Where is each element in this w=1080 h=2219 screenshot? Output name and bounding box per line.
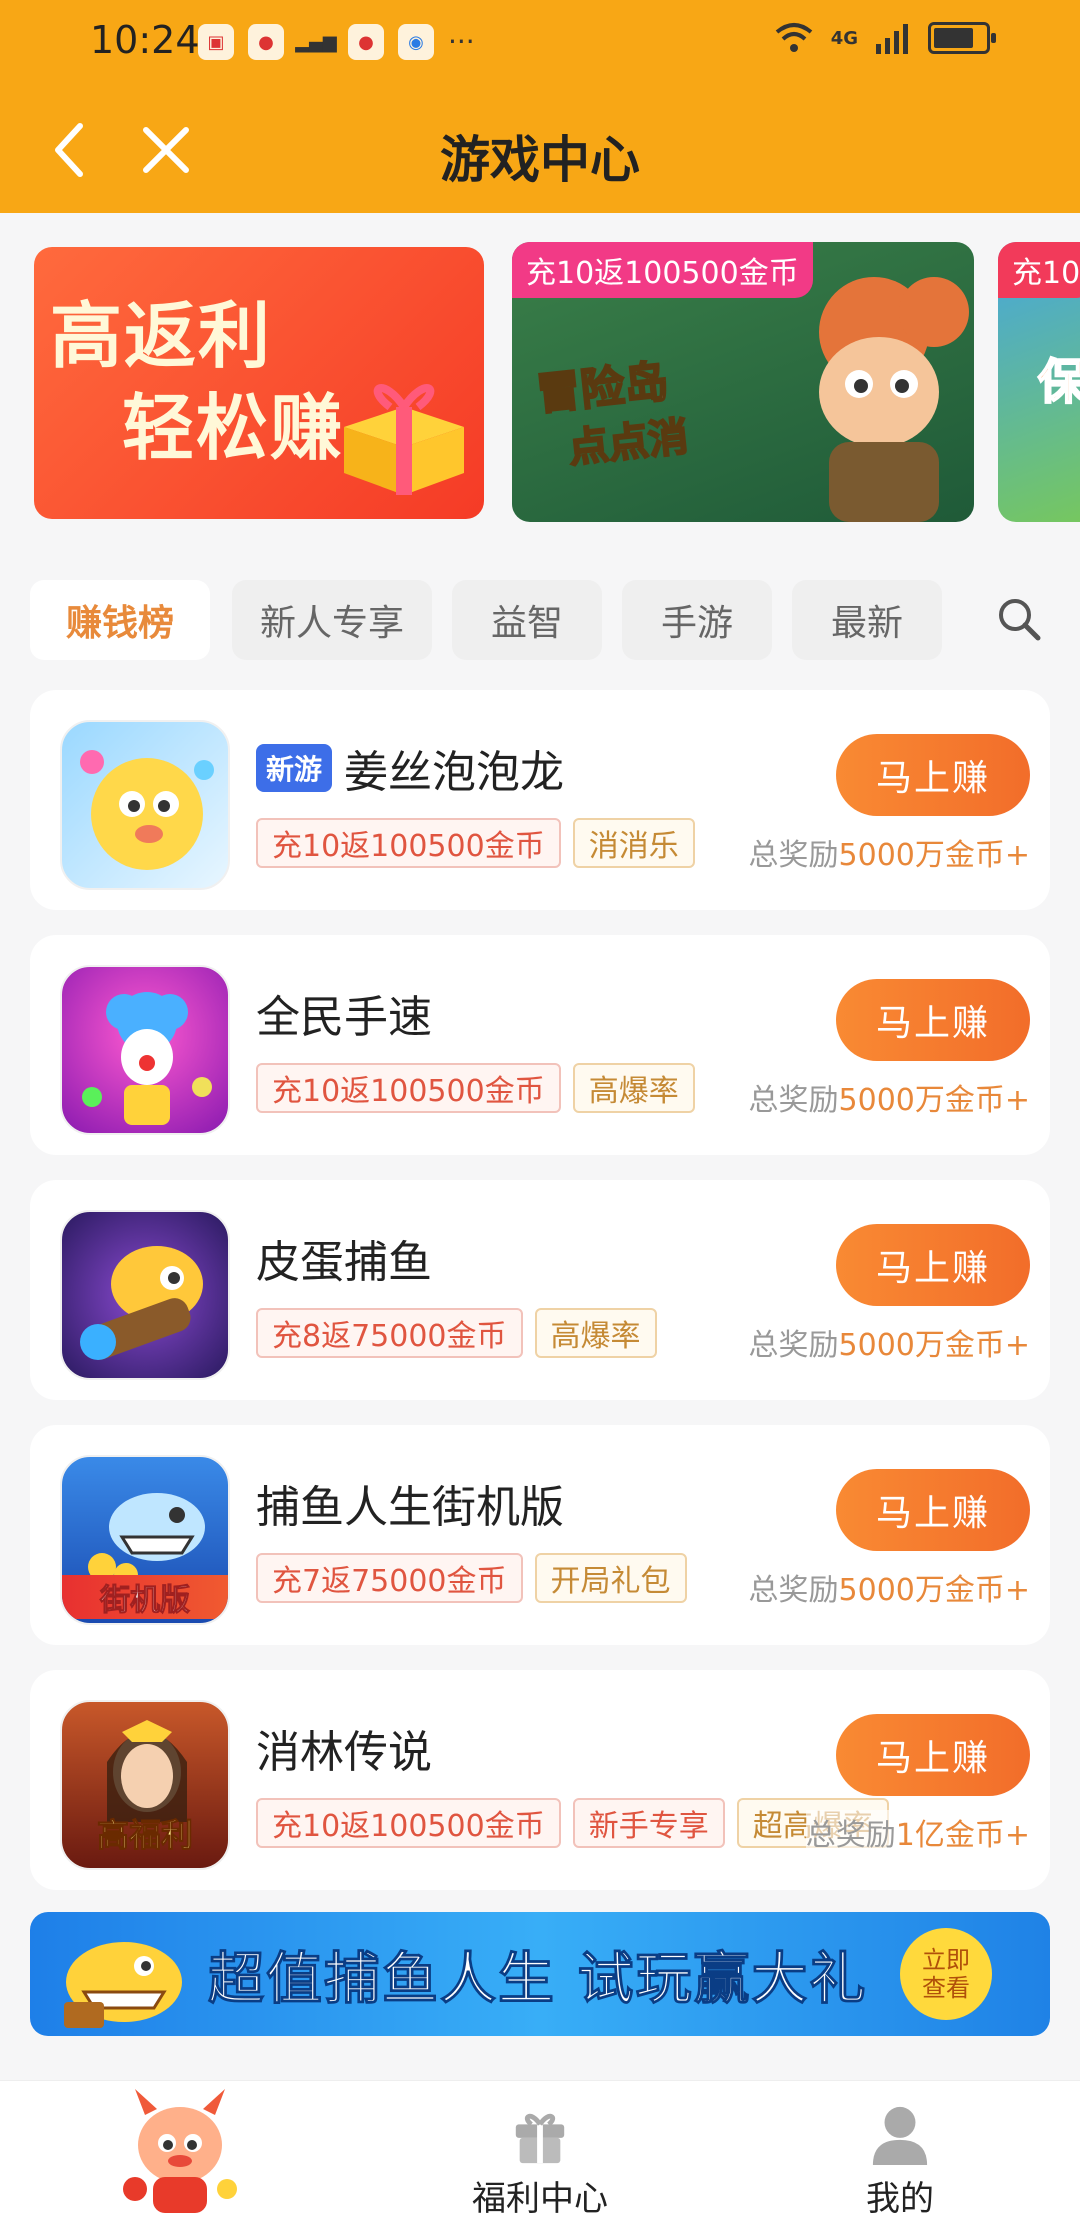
tab-newcomer[interactable]: 新人专享 <box>232 580 432 660</box>
earn-now-button[interactable]: 马上赚 <box>836 1469 1030 1551</box>
game-tags: 充10返100500金币 新手专享 超高爆率 <box>256 1798 889 1848</box>
new-game-badge: 新游 <box>256 744 333 792</box>
user-icon <box>872 2106 928 2165</box>
search-icon[interactable] <box>994 594 1044 644</box>
nav-welfare-center[interactable]: 福利中心 <box>440 2081 640 2219</box>
gift-icon <box>515 2113 565 2164</box>
total-reward: 总奖励1亿金币+ <box>805 1810 1030 1854</box>
banner-game-subtitle: 点点消 <box>565 413 691 473</box>
game-tags: 充8返75000金币 高爆率 <box>256 1308 657 1358</box>
game-name-row: 捕鱼人生街机版 <box>256 1471 564 1535</box>
genre-tag: 高爆率 <box>534 1308 657 1358</box>
promo-ad-banner[interactable]: 超值捕鱼人生 试玩赢大礼 立即 查看 <box>30 1912 1050 2036</box>
bottom-navigation: 福利中心 我的 <box>0 2080 1080 2219</box>
game-card[interactable]: 高福利 消林传说 充10返100500金币 新手专享 超高爆率 马上赚 总奖励1… <box>30 1670 1050 1890</box>
page-title: 游戏中心 <box>440 131 640 189</box>
game-name-row: 消林传说 <box>256 1716 432 1780</box>
banner-line2: 轻松赚 <box>122 386 345 470</box>
total-reward: 总奖励5000万金币+ <box>748 1083 1030 1118</box>
view-now-button[interactable]: 立即 查看 <box>900 1928 992 2020</box>
rebate-tag: 充10返100500金币 <box>256 818 561 868</box>
network-type: 4G <box>830 27 858 49</box>
rebate-tag: 充8返75000金币 <box>256 1308 523 1358</box>
game-card[interactable]: 街机版 捕鱼人生街机版 充7返75000金币 开局礼包 马上赚 总奖励5000万… <box>30 1425 1050 1645</box>
app-notification-icon: ▣ <box>198 24 234 60</box>
rebate-tag: 充10返100500金币 <box>256 1798 561 1848</box>
total-reward: 总奖励5000万金币+ <box>748 1573 1030 1608</box>
status-right: 4G <box>775 22 996 54</box>
game-name-row: 全民手速 <box>256 981 432 1045</box>
game-name: 捕鱼人生街机版 <box>256 1482 564 1533</box>
banner-game-title: 保 <box>1037 353 1080 411</box>
tab-latest[interactable]: 最新 <box>792 580 942 660</box>
nav-label: 福利中心 <box>472 2179 608 2219</box>
game-tags: 充10返100500金币 消消乐 <box>256 818 695 868</box>
game-icon <box>60 720 230 890</box>
genre-tag: 高爆率 <box>572 1063 695 1113</box>
banner-line1: 高返利 <box>50 294 273 378</box>
promo-tag: 充10返100500金币 <box>512 242 813 298</box>
cell-signal-icon <box>876 24 908 54</box>
battery-icon <box>928 22 996 54</box>
game-name-row: 皮蛋捕鱼 <box>256 1226 432 1290</box>
fish-mascot-icon <box>64 1942 182 2028</box>
game-name: 全民手速 <box>256 992 432 1043</box>
total-reward: 总奖励5000万金币+ <box>748 838 1030 873</box>
game-character-art <box>819 277 969 522</box>
wifi-icon <box>775 23 812 52</box>
gift-box-icon <box>344 384 464 495</box>
promo-tag: 充10 <box>998 242 1080 298</box>
game-name: 皮蛋捕鱼 <box>256 1237 432 1288</box>
game-card[interactable]: 新游 姜丝泡泡龙 充10返100500金币 消消乐 马上赚 总奖励5000万金币… <box>30 690 1050 910</box>
total-reward: 总奖励5000万金币+ <box>748 1328 1030 1363</box>
banner-partial[interactable]: 充10 保 <box>998 242 1080 522</box>
game-card[interactable]: 全民手速 充10返100500金币 高爆率 马上赚 总奖励5000万金币+ <box>30 935 1050 1155</box>
genre-tag: 开局礼包 <box>534 1553 687 1603</box>
category-tabs: 赚钱榜 新人专享 益智 手游 最新 <box>0 560 1080 680</box>
banner-high-rebate[interactable]: 高返利 轻松赚 <box>34 247 484 519</box>
weibo-icon: ● <box>248 24 284 60</box>
status-time: 10:24 <box>90 18 200 62</box>
icon-label: 街机版 <box>62 1575 228 1619</box>
game-tags: 充10返100500金币 高爆率 <box>256 1063 695 1113</box>
earn-now-button[interactable]: 马上赚 <box>836 1224 1030 1306</box>
browser-icon: ◉ <box>398 24 434 60</box>
game-icon <box>60 1210 230 1380</box>
game-tags: 充7返75000金币 开局礼包 <box>256 1553 687 1603</box>
dragon-mascot-icon <box>123 2089 237 2213</box>
game-name: 消林传说 <box>256 1727 432 1778</box>
tab-puzzle[interactable]: 益智 <box>452 580 602 660</box>
nav-label: 我的 <box>866 2179 934 2219</box>
genre-tag: 消消乐 <box>572 818 695 868</box>
game-icon <box>60 965 230 1135</box>
icon-label: 高福利 <box>96 1816 193 1855</box>
nav-game-center[interactable] <box>100 2081 260 2219</box>
signal-alt-icon: ▂▄▆ <box>295 31 337 53</box>
game-icon: 高福利 <box>60 1700 230 1870</box>
earn-now-button[interactable]: 马上赚 <box>836 1714 1030 1796</box>
nav-profile[interactable]: 我的 <box>820 2081 980 2219</box>
weibo-icon: ● <box>348 24 384 60</box>
banner-maplestory[interactable]: 充10返100500金币 冒险岛 点点消 <box>512 242 974 522</box>
tab-earn-ranking[interactable]: 赚钱榜 <box>30 580 210 660</box>
earn-now-button[interactable]: 马上赚 <box>836 734 1030 816</box>
game-name: 姜丝泡泡龙 <box>344 747 565 798</box>
banner-carousel[interactable]: 高返利 轻松赚 充10返100500金币 冒险岛 点点消 充10 保 <box>0 242 1080 524</box>
notification-icons: ▣ ● ▂▄▆ ● ◉ ··· <box>198 24 475 60</box>
ad-text: 超值捕鱼人生 试玩赢大礼 <box>208 1947 868 2013</box>
game-icon: 街机版 <box>60 1455 230 1625</box>
tab-mobile-games[interactable]: 手游 <box>622 580 772 660</box>
game-name-row: 新游 姜丝泡泡龙 <box>256 736 564 800</box>
app-header: 10:24 ▣ ● ▂▄▆ ● ◉ ··· 4G 游戏中心 <box>0 0 1080 213</box>
game-card[interactable]: 皮蛋捕鱼 充8返75000金币 高爆率 马上赚 总奖励5000万金币+ <box>30 1180 1050 1400</box>
rebate-tag: 充7返75000金币 <box>256 1553 523 1603</box>
earn-now-button[interactable]: 马上赚 <box>836 979 1030 1061</box>
newcomer-tag: 新手专享 <box>572 1798 725 1848</box>
rebate-tag: 充10返100500金币 <box>256 1063 561 1113</box>
more-notifications-icon: ··· <box>448 25 475 58</box>
status-bar: 10:24 ▣ ● ▂▄▆ ● ◉ ··· 4G <box>0 0 1080 90</box>
